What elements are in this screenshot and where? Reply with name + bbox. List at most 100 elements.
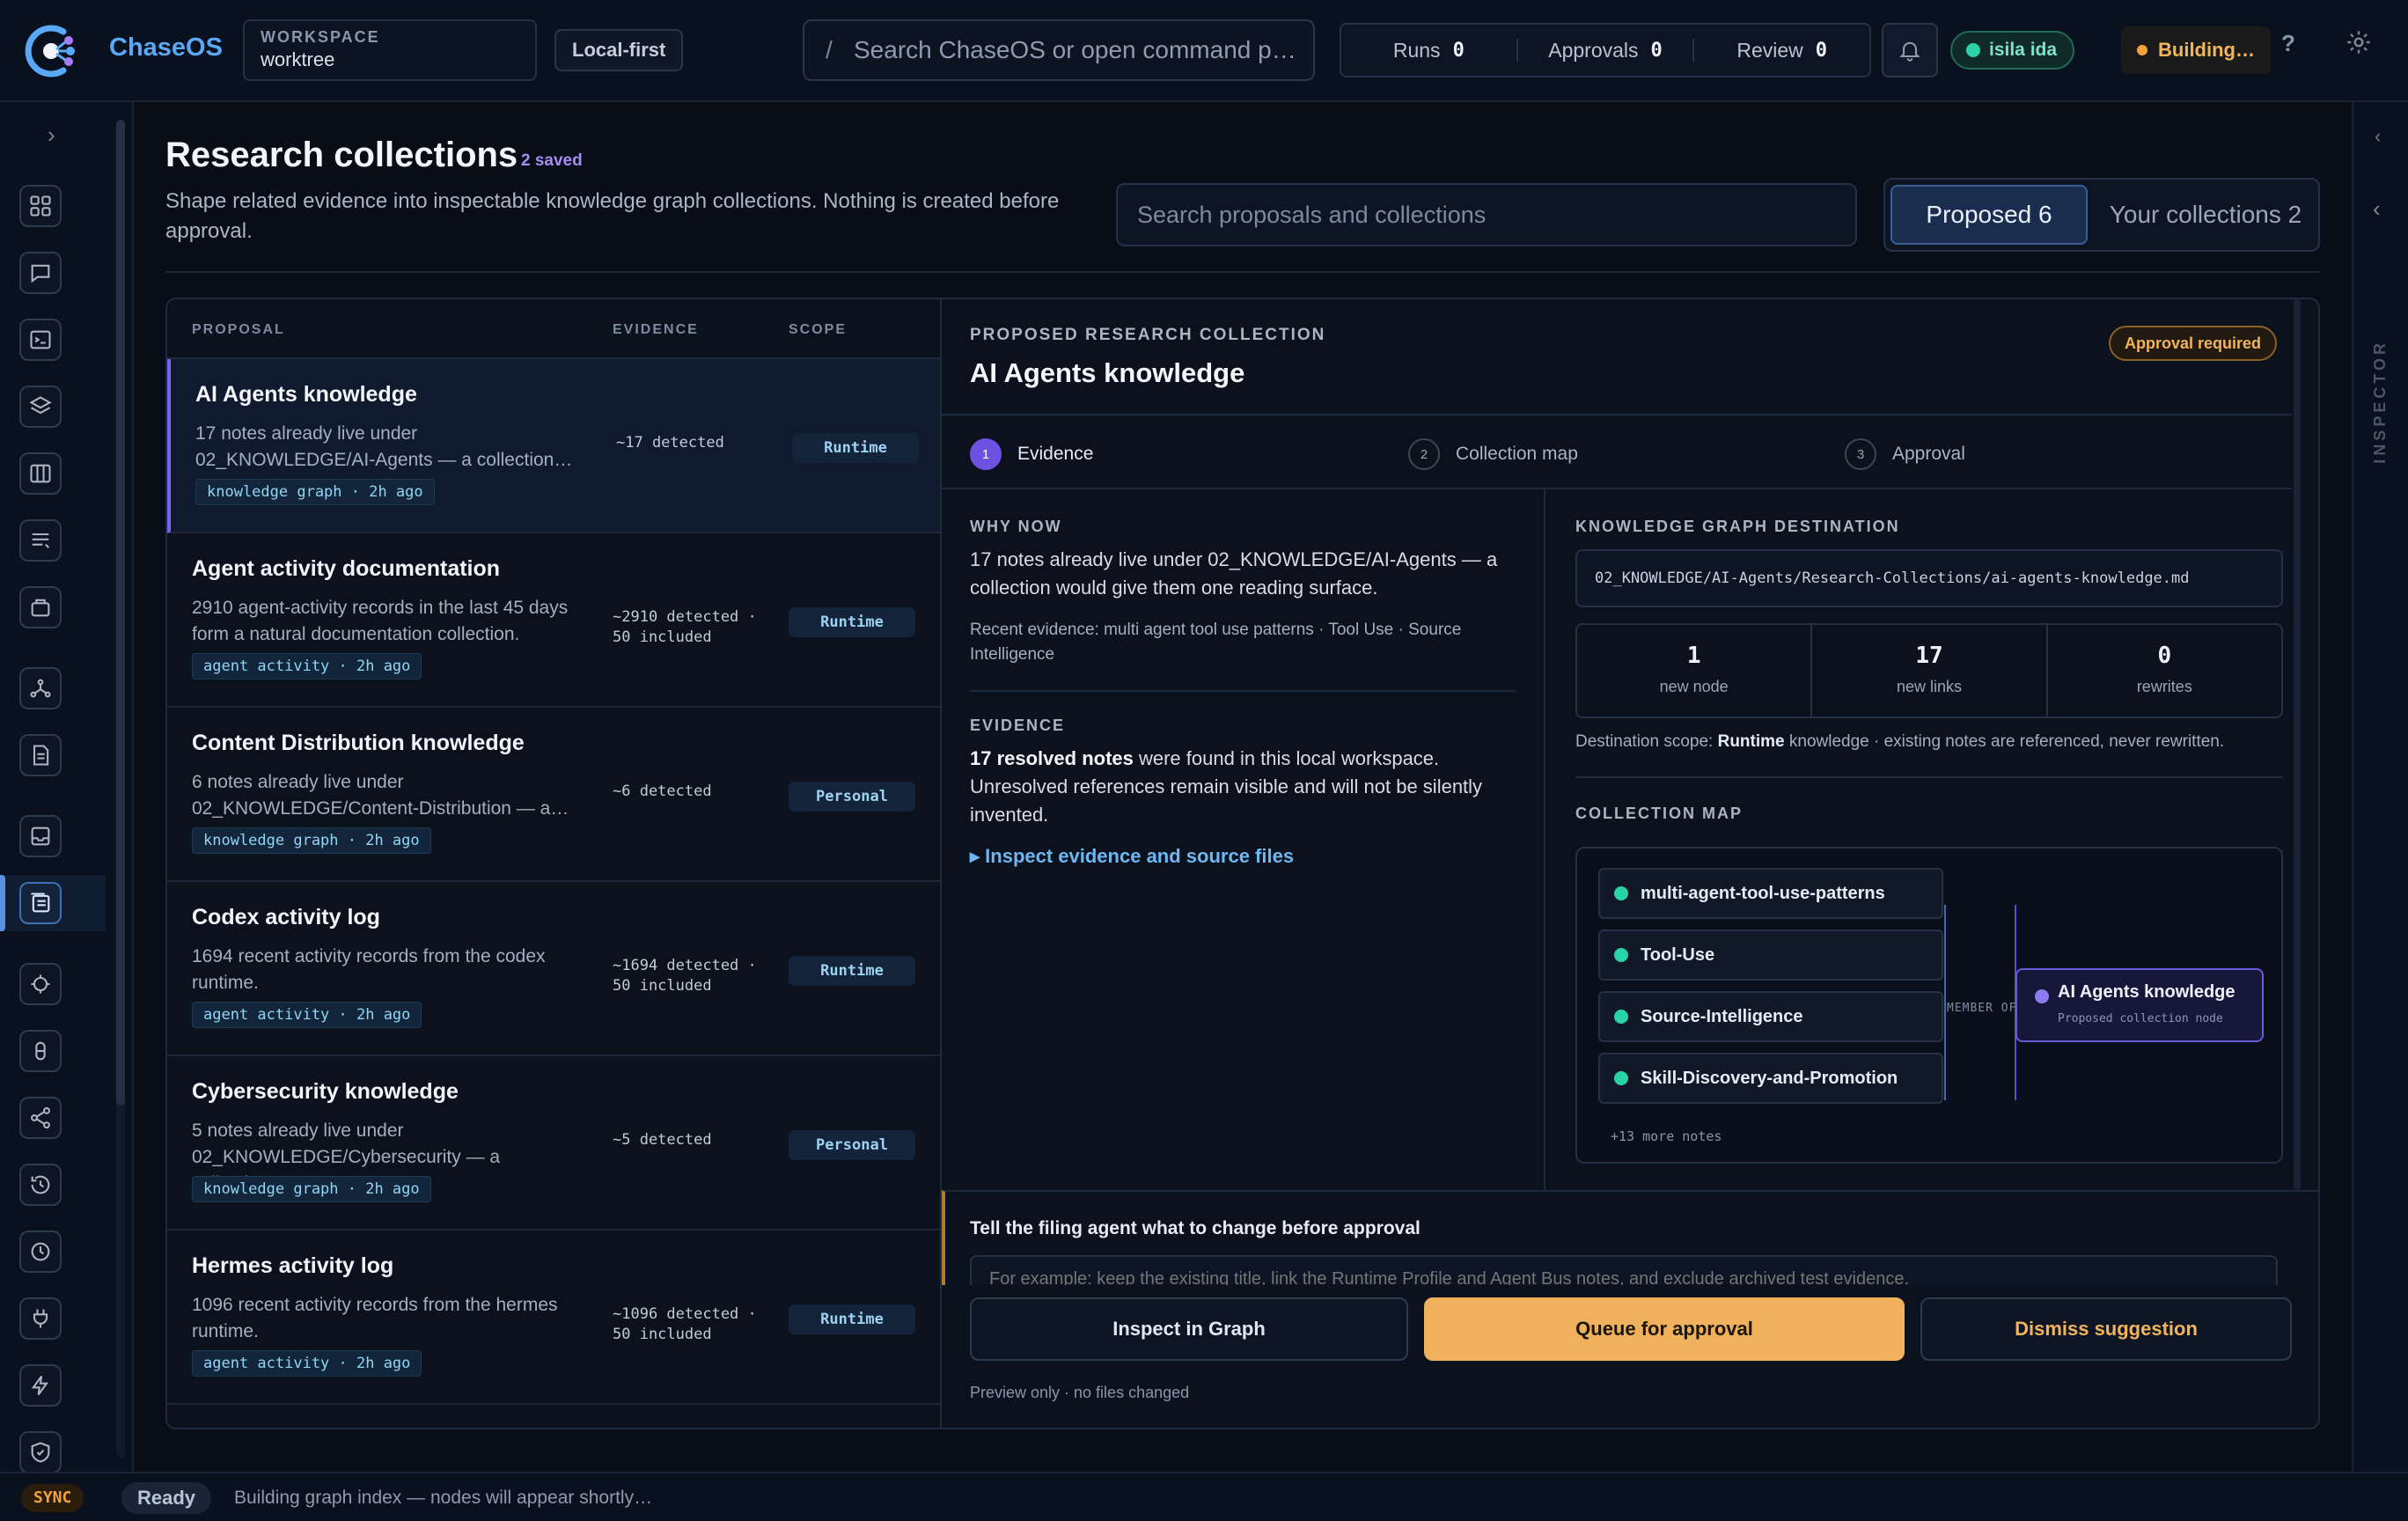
bolt-icon[interactable] (19, 1364, 62, 1407)
rail-scrollbar[interactable] (116, 120, 125, 1458)
action-bar: Inspect in Graph Queue for approval Dism… (942, 1285, 2318, 1428)
user-name: isila ida (1989, 40, 2058, 60)
step-label: Approval (1892, 444, 1965, 464)
inspect-in-graph-button[interactable]: Inspect in Graph (970, 1297, 1408, 1361)
destination-path-field[interactable]: 02_KNOWLEDGE/AI-Agents/Research-Collecti… (1575, 549, 2283, 607)
clock-icon[interactable] (19, 1231, 62, 1273)
member-of-edge-label: MEMBER OF (1947, 1002, 2017, 1015)
dashboard-icon[interactable] (19, 185, 62, 227)
runs-counter[interactable]: Runs 0 (1341, 25, 1516, 76)
chip-icon[interactable] (19, 963, 62, 1005)
local-first-badge[interactable]: Local-first (554, 29, 684, 71)
plug-icon[interactable] (19, 1297, 62, 1340)
capsule-icon[interactable] (19, 1030, 62, 1072)
feedback-input[interactable] (970, 1255, 2278, 1285)
proposal-evidence: ~6 detected (613, 783, 712, 800)
chevron-left-icon[interactable]: ‹ (2375, 125, 2381, 148)
map-node-label: multi-agent-tool-use-patterns (1641, 883, 1885, 903)
map-source-node[interactable]: multi-agent-tool-use-patterns (1598, 868, 1943, 919)
map-source-node[interactable]: Tool-Use (1598, 930, 1943, 981)
proposals-list: PROPOSAL EVIDENCE SCOPE AI Agents knowle… (165, 298, 942, 1429)
inbox-icon[interactable] (19, 815, 62, 857)
proposal-description: 2910 agent-activity records in the last … (192, 598, 569, 644)
help-icon[interactable]: ? (2281, 30, 2295, 57)
collections-search-input[interactable]: Search proposals and collections (1116, 183, 1857, 246)
step-evidence[interactable]: 1 Evidence (970, 438, 1093, 470)
inspect-evidence-link[interactable]: ▸ Inspect evidence and source files (970, 845, 1294, 868)
stat-rewrites: 0 rewrites (2048, 625, 2281, 716)
why-now-text: 17 notes already live under 02_KNOWLEDGE… (970, 548, 1498, 599)
collections-icon[interactable] (19, 882, 62, 924)
approvals-counter[interactable]: Approvals 0 (1518, 25, 1693, 76)
runs-value: 0 (1452, 39, 1465, 62)
collection-map: multi-agent-tool-use-patterns Tool-Use S… (1575, 847, 2283, 1164)
review-counter[interactable]: Review 0 (1694, 25, 1869, 76)
command-search-input[interactable]: / Search ChaseOS or open command p… (803, 19, 1315, 81)
step-collection-map[interactable]: 2 Collection map (1408, 438, 1578, 470)
proposal-row[interactable]: Cybersecurity knowledge 5 notes already … (167, 1056, 940, 1231)
shield-icon[interactable] (19, 1431, 62, 1473)
proposal-row[interactable]: Hermes activity log 1096 recent activity… (167, 1231, 940, 1405)
destination-column: KNOWLEDGE GRAPH DESTINATION 02_KNOWLEDGE… (1547, 489, 2292, 1190)
proposal-scope-badge: Runtime (789, 1304, 915, 1334)
proposal-row[interactable]: Codex activity log 1694 recent activity … (167, 882, 940, 1056)
proposal-scope-badge: Runtime (789, 956, 915, 986)
runs-label: Runs (1392, 38, 1441, 62)
rail-scrollbar-thumb[interactable] (116, 120, 125, 1106)
proposal-row[interactable]: AI Agents knowledge 17 notes already liv… (167, 359, 940, 533)
tab-proposed[interactable]: Proposed 6 (1890, 185, 2088, 245)
proposal-description: 1096 recent activity records from the he… (192, 1295, 558, 1341)
map-source-node[interactable]: Source-Intelligence (1598, 991, 1943, 1042)
chaseos-logo-icon[interactable] (21, 21, 81, 81)
document-icon[interactable] (19, 734, 62, 776)
destination-stats: 1 new node 17 new links 0 rewrites (1575, 623, 2283, 718)
destination-scope-text: Destination scope: Runtime knowledge · e… (1575, 732, 2288, 752)
package-icon[interactable] (19, 586, 62, 628)
dismiss-suggestion-button[interactable]: Dismiss suggestion (1920, 1297, 2292, 1361)
share-icon[interactable] (19, 1097, 62, 1139)
proposal-row[interactable]: Content Distribution knowledge 6 notes a… (167, 708, 940, 882)
notifications-button[interactable] (1882, 23, 1938, 77)
top-bar: ChaseOS WORKSPACE worktree Local-first /… (0, 0, 2408, 102)
step-number: 1 (970, 438, 1002, 470)
workspace-selector[interactable]: WORKSPACE worktree (243, 19, 537, 81)
proposal-title: Hermes activity log (192, 1253, 394, 1278)
detail-scrollbar[interactable] (2294, 299, 2301, 1190)
history-icon[interactable] (19, 1164, 62, 1206)
step-label: Evidence (1017, 444, 1094, 464)
stat-value: 0 (2157, 643, 2172, 669)
scope-prefix: Destination scope: (1575, 732, 1718, 751)
step-number: 3 (1845, 438, 1876, 470)
why-now-label: WHY NOW (970, 518, 1062, 535)
proposal-row[interactable]: Agent activity documentation 2910 agent-… (167, 533, 940, 708)
proposal-tag: knowledge graph · 2h ago (192, 1176, 431, 1202)
kanban-icon[interactable] (19, 452, 62, 495)
status-message: Building graph index — nodes will appear… (234, 1488, 653, 1508)
step-approval[interactable]: 3 Approval (1845, 438, 1965, 470)
inspector-toggle-icon[interactable]: ‹ (2373, 195, 2381, 223)
queue-for-approval-button[interactable]: Queue for approval (1424, 1297, 1905, 1361)
step-number: 2 (1408, 438, 1440, 470)
proposal-title: Codex activity log (192, 905, 380, 930)
layers-icon[interactable] (19, 386, 62, 428)
list-icon[interactable] (19, 519, 62, 562)
build-status-text: Building… (2158, 39, 2255, 61)
command-placeholder: Search ChaseOS or open command p… (854, 36, 1296, 63)
graph-icon[interactable] (19, 667, 62, 709)
tab-your-collections[interactable]: Your collections 2 (2100, 185, 2311, 245)
proposal-description: 1694 recent activity records from the co… (192, 946, 546, 993)
scope-strong: Runtime (1717, 732, 1785, 751)
map-node-label: Source-Intelligence (1641, 1006, 1803, 1026)
gear-icon[interactable] (2345, 28, 2373, 56)
build-status-pill[interactable]: Building… (2121, 26, 2271, 74)
stat-new-node: 1 new node (1577, 625, 1813, 716)
terminal-icon[interactable] (19, 319, 62, 361)
map-source-node[interactable]: Skill-Discovery-and-Promotion (1598, 1053, 1943, 1104)
user-status-pill[interactable]: isila ida (1950, 31, 2075, 70)
chat-icon[interactable] (19, 252, 62, 294)
page-subtitle: Shape related evidence into inspectable … (165, 189, 1060, 243)
approvals-label: Approvals (1548, 38, 1639, 62)
map-target-node[interactable]: AI Agents knowledge Proposed collection … (2015, 968, 2264, 1042)
sync-badge[interactable]: SYNC (21, 1484, 84, 1512)
chevron-right-icon[interactable]: › (48, 121, 55, 149)
